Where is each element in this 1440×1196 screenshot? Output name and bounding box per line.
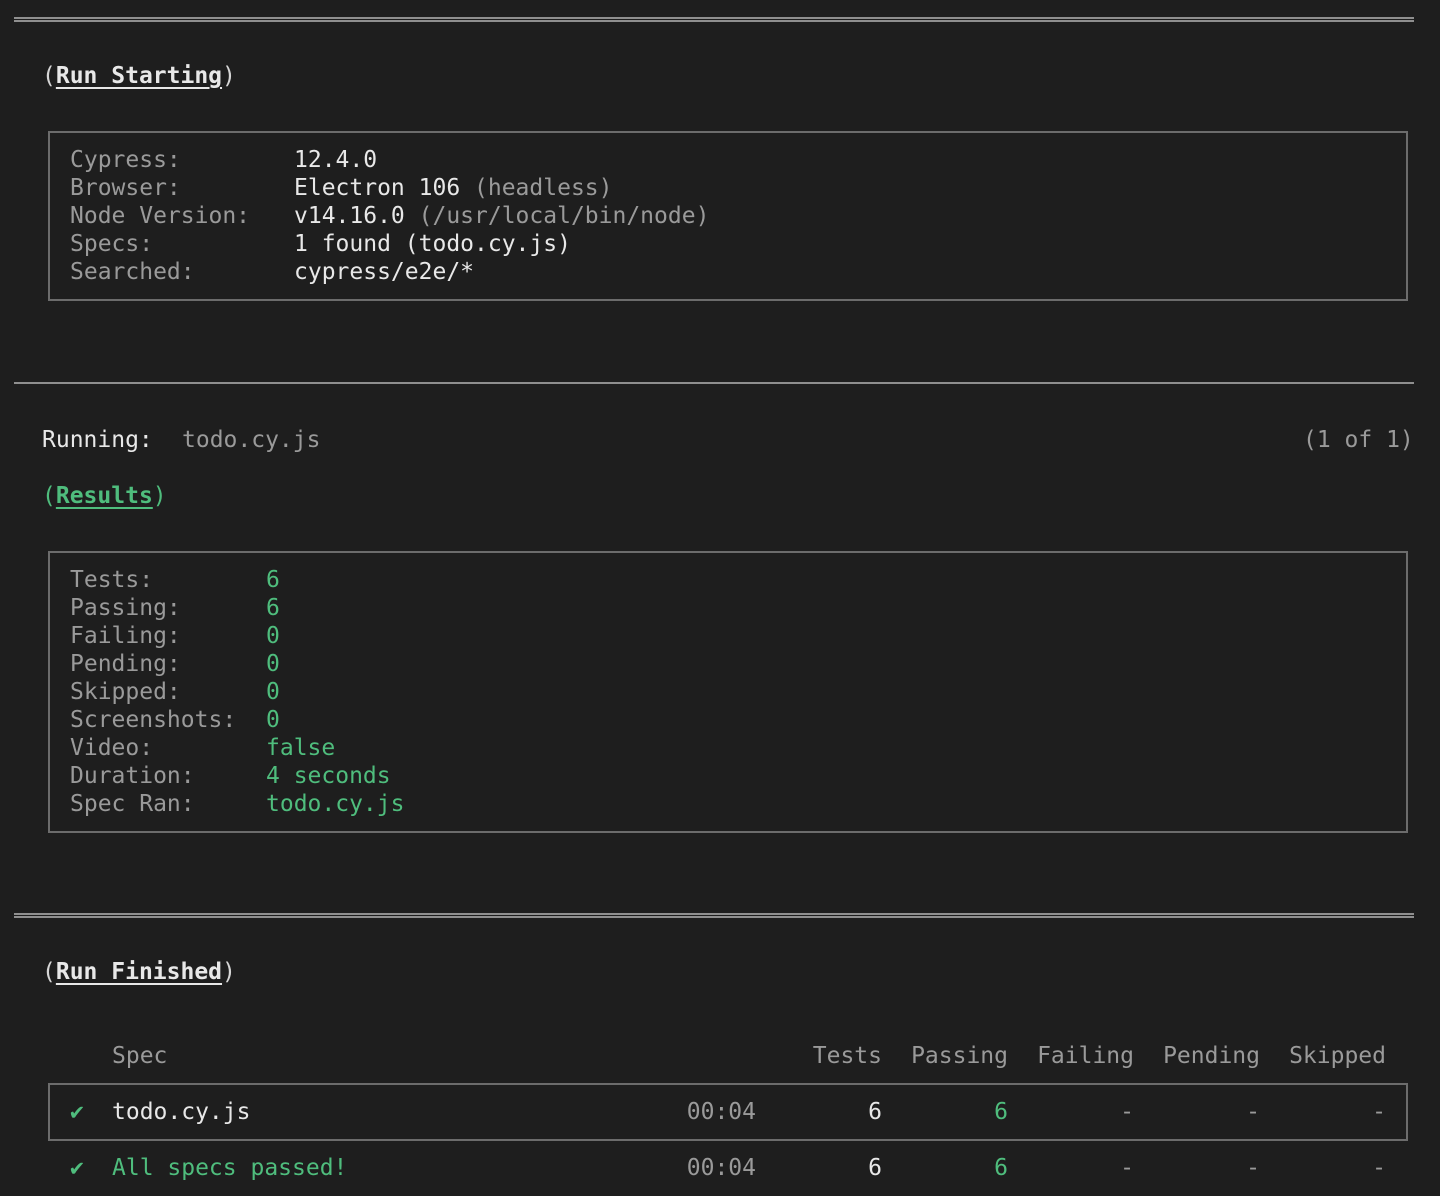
running-spec: todo.cy.js [182,427,321,453]
checkmark-icon: ✔ [70,1099,84,1125]
column-header-passing: Passing [911,1043,1008,1069]
results-value-spec-ran: todo.cy.js [266,791,405,817]
column-header-pending: Pending [1163,1043,1260,1069]
total-row-time: 00:04 [686,1155,756,1181]
results-value-screenshots: 0 [266,707,280,733]
run-info-label-specs: Specs: [70,231,154,257]
run-info-value-specs: 1 found (todo.cy.js) [294,231,571,257]
double-separator-bottom [14,913,1414,918]
total-row-passing: 6 [994,1155,1008,1181]
results-value-failing: 0 [266,623,280,649]
column-header-skipped: Skipped [1289,1043,1386,1069]
results-label-duration: Duration: [70,763,195,789]
spec-row-time: 00:04 [686,1099,756,1125]
spec-row-tests: 6 [868,1099,882,1125]
run-starting-box [48,131,1408,301]
run-info-value-searched: cypress/e2e/* [294,259,475,285]
column-header-tests: Tests [812,1043,882,1069]
results-box [48,551,1408,833]
results-value-passing: 6 [266,595,280,621]
running-label: Running: [42,427,153,453]
double-separator-top [14,17,1414,22]
run-starting-heading: (Run Starting) [42,63,236,89]
results-label-screenshots: Screenshots: [70,707,237,733]
spec-row-passing: 6 [994,1099,1008,1125]
spec-row-pending: - [1246,1099,1260,1125]
run-starting-title: Run Starting [55,63,223,89]
results-label-passing: Passing: [70,595,181,621]
run-finished-title: Run Finished [55,959,223,985]
results-label-failing: Failing: [70,623,181,649]
results-label-skipped: Skipped: [70,679,181,705]
results-value-duration: 4 seconds [266,763,391,789]
run-info-value-cypress: 12.4.0 [294,147,378,173]
run-info-label-searched: Searched: [70,259,195,285]
results-heading: (Results) [42,483,167,509]
column-header-failing: Failing [1037,1043,1134,1069]
results-value-pending: 0 [266,651,280,677]
results-value-skipped: 0 [266,679,280,705]
spec-row-skipped: - [1372,1099,1386,1125]
results-title: Results [55,483,153,509]
results-label-spec-ran: Spec Ran: [70,791,195,817]
column-header-spec: Spec [112,1043,168,1069]
running-progress: (1 of 1) [1303,427,1414,453]
checkmark-icon: ✔ [70,1155,84,1181]
run-finished-heading: (Run Finished) [42,959,236,985]
run-info-label-node: Node Version: [70,203,251,229]
run-info-value-browser: Electron 106 (headless) [294,175,613,201]
single-separator [14,382,1414,384]
results-value-tests: 6 [266,567,280,593]
total-row-tests: 6 [868,1155,882,1181]
results-label-video: Video: [70,735,154,761]
run-info-value-node: v14.16.0 (/usr/local/bin/node) [294,203,710,229]
run-info-label-browser: Browser: [70,175,181,201]
total-row-label: All specs passed! [112,1155,348,1181]
spec-row-name: todo.cy.js [112,1099,251,1125]
run-info-label-cypress: Cypress: [70,147,181,173]
spec-row-failing: - [1120,1099,1134,1125]
total-row-pending: - [1246,1155,1260,1181]
total-row-skipped: - [1372,1155,1386,1181]
total-row-failing: - [1120,1155,1134,1181]
results-label-tests: Tests: [70,567,154,593]
results-value-video: false [266,735,336,761]
results-label-pending: Pending: [70,651,181,677]
